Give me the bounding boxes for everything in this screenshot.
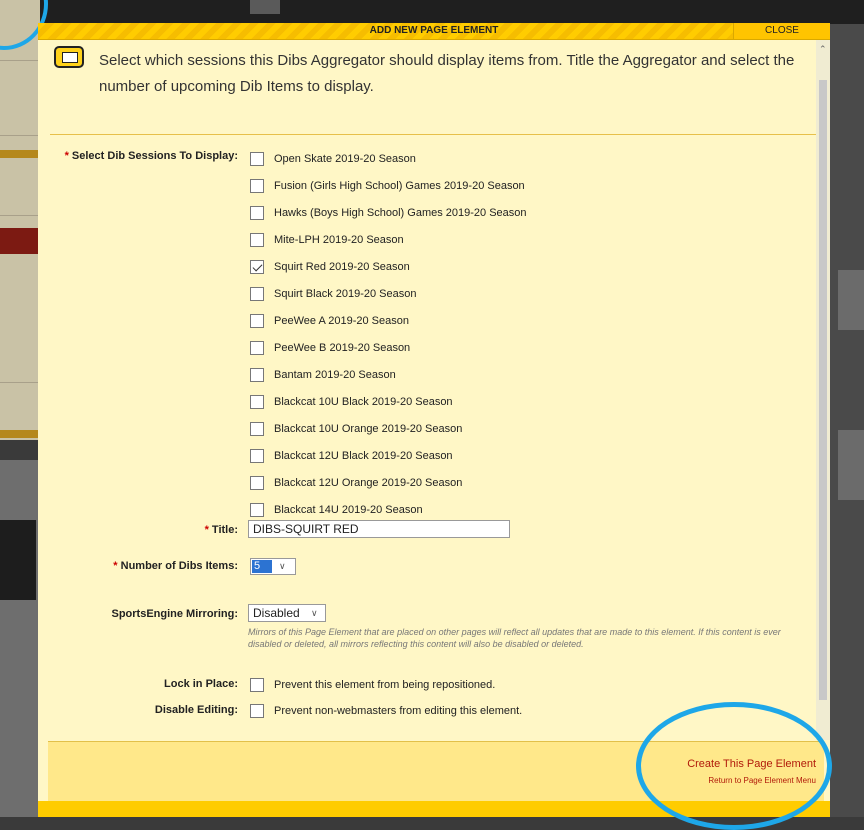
- background-right-block: [838, 430, 864, 500]
- background-divider: [0, 215, 40, 216]
- modal-content: Select which sessions this Dibs Aggregat…: [38, 40, 830, 740]
- background-photo: [0, 520, 36, 600]
- background-divider: [0, 382, 40, 383]
- ticket-icon: [62, 52, 78, 63]
- intro-text: Select which sessions this Dibs Aggregat…: [99, 52, 795, 95]
- session-checkbox[interactable]: [250, 233, 264, 247]
- num-items-label-text: Number of Dibs Items:: [120, 560, 238, 572]
- background-stripe: [0, 430, 40, 438]
- scroll-thumb[interactable]: [819, 80, 827, 700]
- background-left-panel: [0, 0, 40, 440]
- session-label: Blackcat 10U Orange 2019-20 Season: [274, 423, 463, 435]
- session-checkbox[interactable]: [250, 260, 264, 274]
- sessions-label: * Select Dib Sessions To Display:: [48, 150, 238, 162]
- add-page-element-modal: ADD NEW PAGE ELEMENT CLOSE Select which …: [38, 23, 830, 817]
- num-items-label: * Number of Dibs Items:: [48, 560, 238, 572]
- session-checkbox[interactable]: [250, 368, 264, 382]
- title-input[interactable]: [248, 520, 510, 538]
- session-checkbox[interactable]: [250, 341, 264, 355]
- title-label: * Title:: [48, 524, 238, 536]
- session-label: Blackcat 14U 2019-20 Season: [274, 504, 423, 516]
- disable-editing-label: Disable Editing:: [154, 704, 238, 716]
- mirroring-select[interactable]: Disabled ∨: [248, 604, 326, 622]
- session-checkbox[interactable]: [250, 152, 264, 166]
- background-right-block: [838, 270, 864, 330]
- background-stripe: [0, 150, 40, 158]
- title-label-text: Title:: [211, 524, 238, 536]
- num-items-select[interactable]: 5 ∨: [250, 558, 296, 575]
- num-items-value: 5: [252, 560, 272, 573]
- session-checkbox[interactable]: [250, 449, 264, 463]
- session-label: Bantam 2019-20 Season: [274, 369, 396, 381]
- divider: [50, 134, 816, 135]
- required-mark: *: [204, 524, 209, 536]
- session-label: Squirt Red 2019-20 Season: [274, 261, 410, 273]
- highlight-circle: [636, 702, 832, 830]
- session-label: Blackcat 12U Orange 2019-20 Season: [274, 477, 463, 489]
- background-tab: [250, 0, 280, 14]
- dibs-ticket-icon: [54, 46, 84, 68]
- session-label: Fusion (Girls High School) Games 2019-20…: [274, 180, 525, 192]
- session-checkbox[interactable]: [250, 287, 264, 301]
- background-stripe: [0, 228, 40, 254]
- session-label: Hawks (Boys High School) Games 2019-20 S…: [274, 207, 527, 219]
- background-divider: [0, 135, 40, 136]
- session-label: Open Skate 2019-20 Season: [274, 153, 416, 165]
- session-label: PeeWee B 2019-20 Season: [274, 342, 411, 354]
- modal-scrollbar[interactable]: ⌃: [816, 40, 830, 740]
- required-mark: *: [113, 560, 118, 572]
- lock-label: Lock in Place:: [164, 678, 238, 690]
- mirroring-label: SportsEngine Mirroring:: [111, 608, 239, 620]
- lock-text: Prevent this element from being repositi…: [274, 679, 496, 691]
- background-lower-panel: [0, 460, 40, 817]
- session-label: Blackcat 12U Black 2019-20 Season: [274, 450, 453, 462]
- modal-title: ADD NEW PAGE ELEMENT: [369, 25, 499, 36]
- background-top-bar: [0, 0, 864, 24]
- session-checkbox[interactable]: [250, 179, 264, 193]
- session-label: Mite-LPH 2019-20 Season: [274, 234, 404, 246]
- session-checkbox[interactable]: [250, 314, 264, 328]
- session-checkbox[interactable]: [250, 476, 264, 490]
- disable-editing-text: Prevent non-webmasters from editing this…: [274, 705, 523, 717]
- chevron-down-icon: ∨: [311, 608, 318, 618]
- session-checkbox[interactable]: [250, 206, 264, 220]
- lock-checkbox[interactable]: [250, 678, 264, 692]
- session-label: PeeWee A 2019-20 Season: [274, 315, 409, 327]
- session-label: Squirt Black 2019-20 Season: [274, 288, 417, 300]
- scroll-up-icon[interactable]: ⌃: [819, 44, 827, 55]
- disable-editing-checkbox[interactable]: [250, 704, 264, 718]
- chevron-down-icon: ∨: [279, 561, 286, 571]
- required-mark: *: [64, 150, 69, 162]
- session-checkbox[interactable]: [250, 395, 264, 409]
- sessions-label-text: Select Dib Sessions To Display:: [71, 150, 238, 162]
- mirroring-value: Disabled: [253, 606, 300, 620]
- close-button[interactable]: CLOSE: [733, 23, 830, 39]
- session-checkbox[interactable]: [250, 422, 264, 436]
- mirroring-note: Mirrors of this Page Element that are pl…: [248, 627, 781, 649]
- session-label: Blackcat 10U Black 2019-20 Season: [274, 396, 453, 408]
- background-right-panel: [830, 24, 864, 817]
- session-checkbox[interactable]: [250, 503, 264, 517]
- background-divider: [0, 60, 40, 61]
